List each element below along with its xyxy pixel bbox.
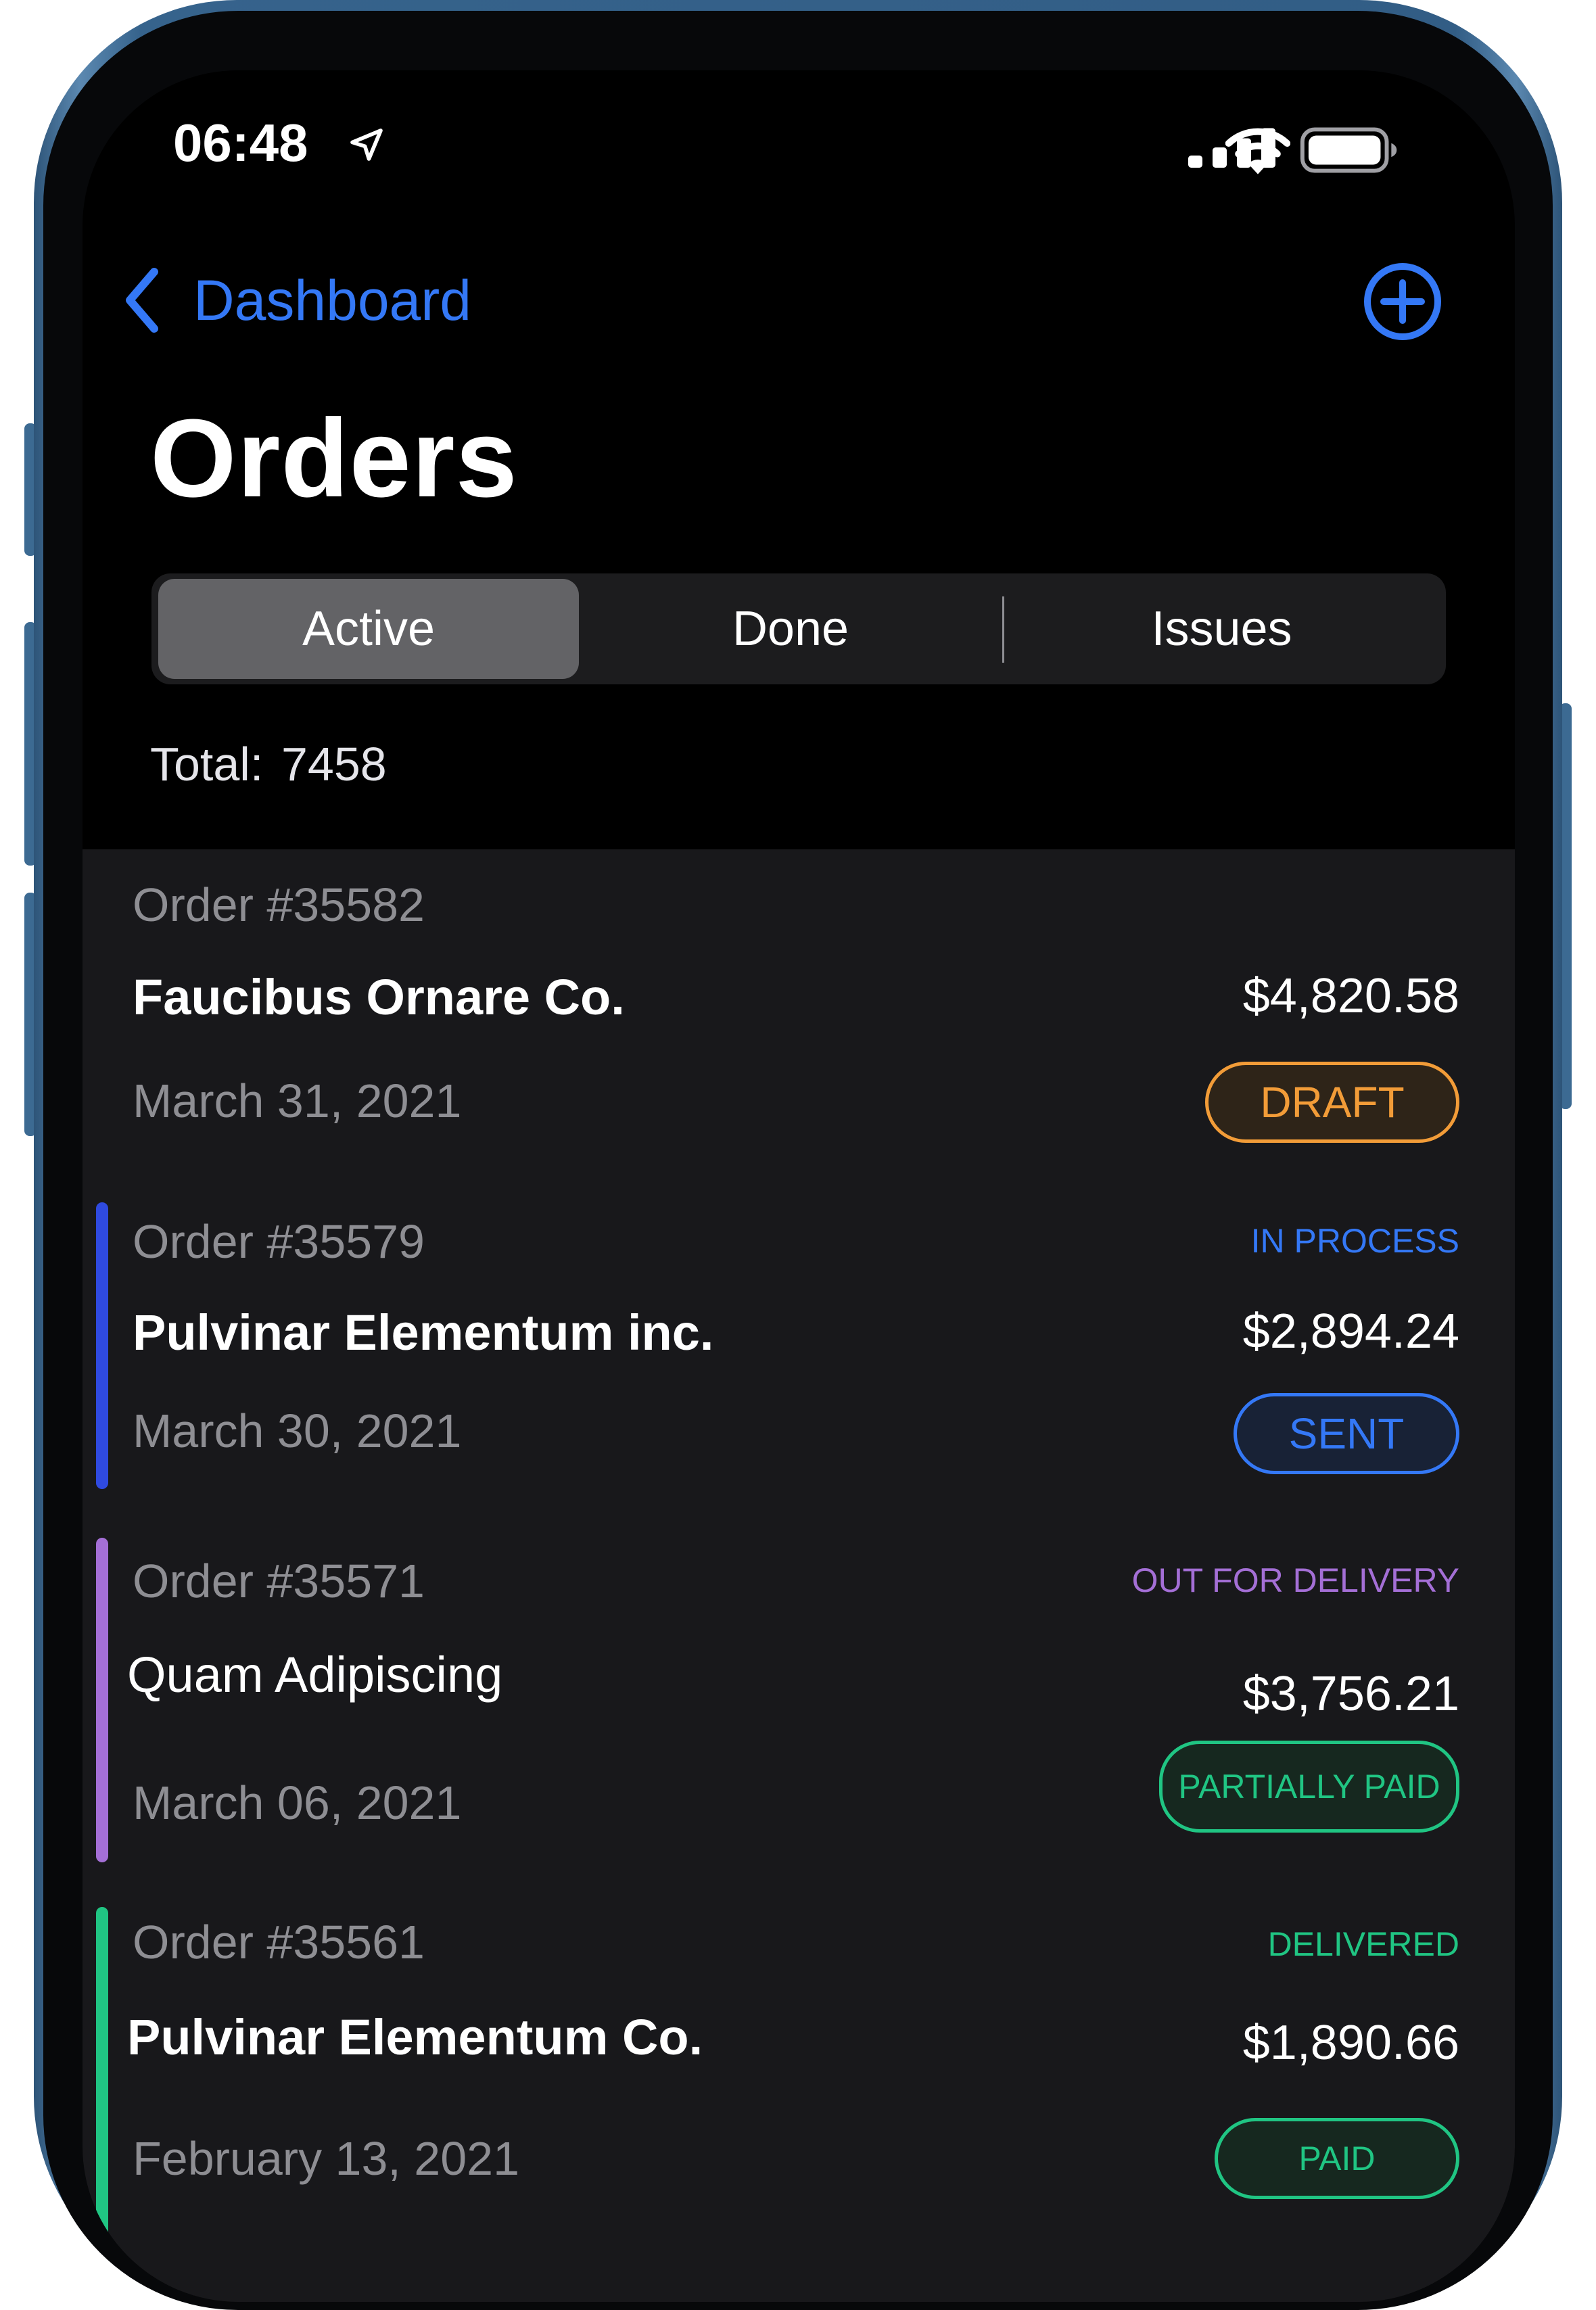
status-stripe [96,1202,108,1489]
company-name: Quam Adipiscing [127,1647,503,1703]
status-label: DELIVERED [1267,1925,1459,1963]
total-label: Total: [150,738,264,791]
status-stripe [96,1907,108,2302]
company-name: Pulvinar Elementum Co. [127,2009,703,2065]
order-card[interactable]: Order #35561 DELIVERED Pulvinar Elementu… [83,1887,1515,2302]
order-number: Order #35561 [133,1916,425,1969]
company-name: Faucibus Ornare Co. [133,969,625,1025]
order-amount: $1,890.66 [1242,2016,1459,2070]
order-card[interactable]: Order #35582 Faucibus Ornare Co. $4,820.… [83,849,1515,1179]
order-number: Order #35571 [133,1555,425,1607]
page-title: Orders [150,396,518,520]
screen: 06:48 Dashboard Orders Active Done Issue… [83,70,1515,2302]
wifi-icon [1225,128,1290,174]
add-order-icon[interactable] [1362,261,1443,342]
status-badge: PAID [1215,2118,1459,2199]
status-badge: PARTIALLY PAID [1159,1741,1459,1833]
segment-issues[interactable]: Issues [1004,573,1439,684]
order-date: February 13, 2021 [133,2132,520,2185]
status-stripe [96,1538,108,1862]
status-label: IN PROCESS [1250,1222,1459,1260]
segment-done[interactable]: Done [579,573,1002,684]
segment-active[interactable]: Active [158,573,579,684]
back-chevron-icon[interactable] [122,266,162,334]
segmented-control: Active Done Issues [151,573,1446,684]
order-card[interactable]: Order #35579 IN PROCESS Pulvinar Element… [83,1178,1515,1515]
status-badge: SENT [1234,1393,1459,1474]
order-number: Order #35579 [133,1215,425,1268]
battery-icon [1300,127,1397,173]
order-date: March 06, 2021 [133,1776,462,1829]
total-value: 7458 [281,738,387,791]
order-card[interactable]: Order #35571 OUT FOR DELIVERY Quam Adipi… [83,1513,1515,1888]
status-badge: DRAFT [1205,1062,1459,1143]
order-amount: $4,820.58 [1242,969,1459,1023]
company-name: Pulvinar Elementum inc. [133,1304,714,1361]
order-number: Order #35582 [133,878,425,931]
order-date: March 31, 2021 [133,1075,462,1127]
status-time: 06:48 [173,113,308,172]
back-button-dashboard[interactable]: Dashboard [193,268,471,333]
order-amount: $3,756.21 [1242,1667,1459,1721]
order-date: March 30, 2021 [133,1405,462,1457]
order-amount: $2,894.24 [1242,1304,1459,1359]
location-arrow-icon [350,128,383,161]
status-label: OUT FOR DELIVERY [1131,1561,1459,1599]
